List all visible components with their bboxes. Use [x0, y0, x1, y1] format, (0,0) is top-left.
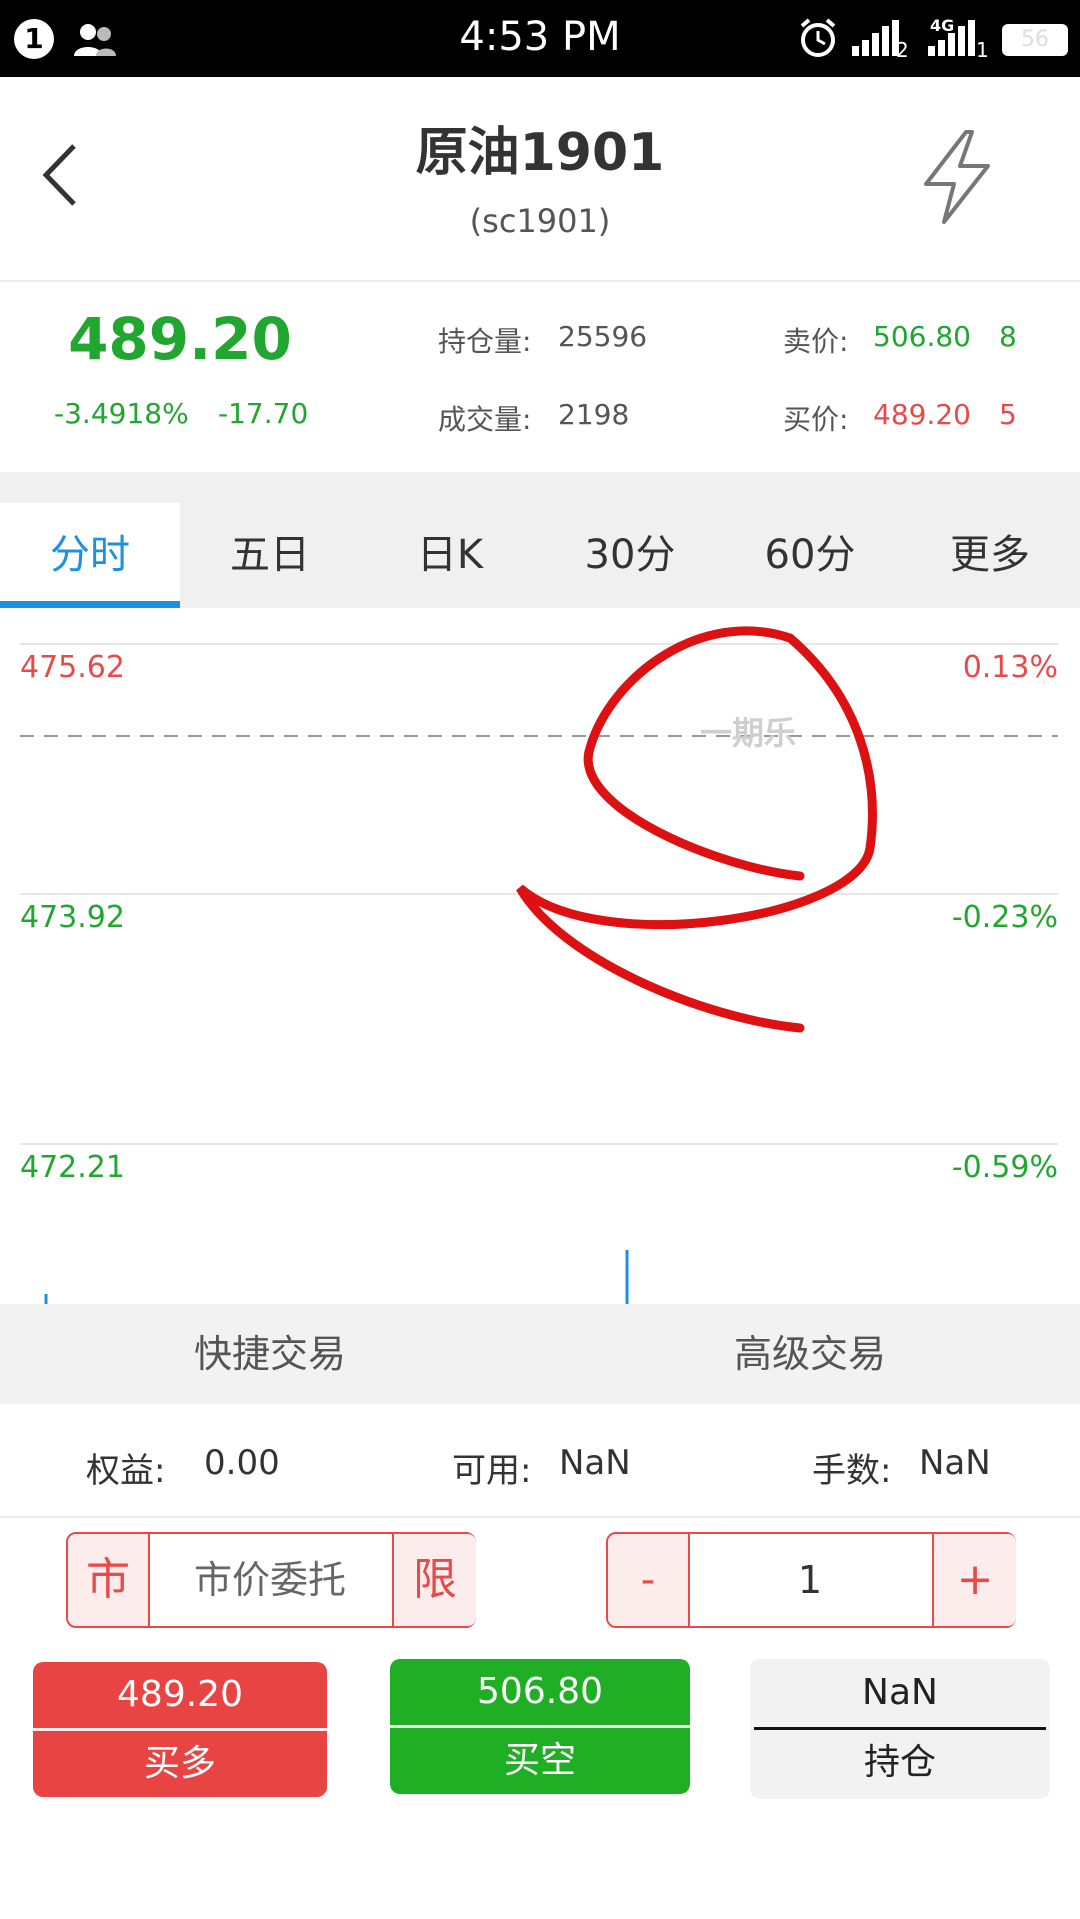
bid-label: 买价:	[783, 403, 849, 436]
tab-five-day[interactable]: 五日	[180, 503, 360, 608]
tab-60-min[interactable]: 60分	[720, 503, 900, 608]
pct-label-top: 0.13%	[962, 650, 1058, 685]
sim1-number: 1	[976, 38, 989, 62]
section-gap	[0, 472, 1080, 503]
chart-period-tabs: 分时 五日 日K 30分 60分 更多	[0, 503, 1080, 608]
market-order-toggle[interactable]: 市	[68, 1534, 150, 1626]
quantity-input[interactable]: 1	[690, 1534, 930, 1626]
increase-quantity-button[interactable]: +	[932, 1534, 1016, 1626]
sell-short-price: 506.80	[477, 1671, 603, 1712]
tab-daily-k[interactable]: 日K	[360, 503, 540, 608]
ask-size: 8	[999, 320, 1017, 353]
pct-label-middle: -0.23%	[951, 900, 1058, 935]
position-button[interactable]: NaN 持仓	[750, 1659, 1050, 1799]
buy-long-button[interactable]: 489.20 买多	[33, 1662, 327, 1797]
battery-icon: 56	[1002, 24, 1068, 56]
bid-size: 5	[999, 398, 1017, 431]
buy-long-price: 489.20	[117, 1674, 243, 1715]
price-label-middle: 473.92	[20, 900, 125, 935]
volume-label: 成交量:	[438, 403, 532, 436]
sell-short-label: 买空	[503, 1740, 576, 1781]
clock-time: 4:53 PM	[459, 14, 621, 60]
pct-label-bottom: -0.59%	[951, 1150, 1058, 1185]
chart-canvas	[20, 626, 1058, 1304]
order-type-control: 市 市价委托 限	[66, 1532, 476, 1628]
available-value: NaN	[559, 1443, 631, 1483]
lightning-icon[interactable]	[916, 128, 996, 226]
change-percent: -3.4918%	[54, 397, 189, 430]
volume-value: 2198	[558, 398, 630, 431]
annotation-circle	[516, 626, 877, 1033]
order-type-field[interactable]: 市价委托	[150, 1534, 390, 1626]
bid-price: 489.20	[873, 398, 971, 431]
equity-value: 0.00	[204, 1443, 280, 1483]
price-label-top: 475.62	[20, 650, 125, 685]
intraday-chart[interactable]: 475.62 0.13% 473.92 -0.23% 472.21 -0.59%…	[0, 608, 1080, 1304]
tab-30-min[interactable]: 30分	[540, 503, 720, 608]
active-tab-indicator	[0, 601, 180, 608]
lots-label: 手数:	[812, 1451, 892, 1491]
price-label-bottom: 472.21	[20, 1150, 125, 1185]
open-interest-value: 25596	[558, 320, 648, 353]
open-interest-label: 持仓量:	[438, 325, 532, 358]
sell-short-button[interactable]: 506.80 买空	[390, 1659, 690, 1794]
change-amount: -17.70	[218, 397, 309, 430]
watermark: 一期乐	[700, 714, 797, 752]
limit-order-toggle[interactable]: 限	[392, 1534, 476, 1626]
battery-level: 56	[1021, 27, 1049, 52]
position-value: NaN	[862, 1672, 938, 1713]
tab-more[interactable]: 更多	[900, 503, 1080, 608]
status-bar: 1 4:53 PM 2 4G 1 56	[0, 0, 1080, 77]
quantity-stepper: - 1 +	[606, 1532, 1016, 1628]
tab-intraday[interactable]: 分时	[0, 503, 180, 608]
position-label: 持仓	[863, 1742, 936, 1783]
alarm-icon	[800, 18, 836, 57]
trade-mode-tabs: 快捷交易 高级交易	[0, 1304, 1080, 1404]
ask-label: 卖价:	[783, 325, 849, 358]
last-price: 489.20	[68, 305, 292, 373]
buy-long-label: 买多	[143, 1743, 216, 1784]
decrease-quantity-button[interactable]: -	[608, 1534, 690, 1626]
tab-advanced-trade[interactable]: 高级交易	[540, 1304, 1080, 1404]
equity-label: 权益:	[86, 1451, 166, 1491]
sim2-number: 2	[896, 38, 909, 62]
divider	[0, 1516, 1080, 1518]
available-label: 可用:	[452, 1451, 532, 1491]
ask-price: 506.80	[873, 320, 971, 353]
tab-quick-trade[interactable]: 快捷交易	[0, 1304, 540, 1404]
lots-value: NaN	[919, 1443, 991, 1483]
